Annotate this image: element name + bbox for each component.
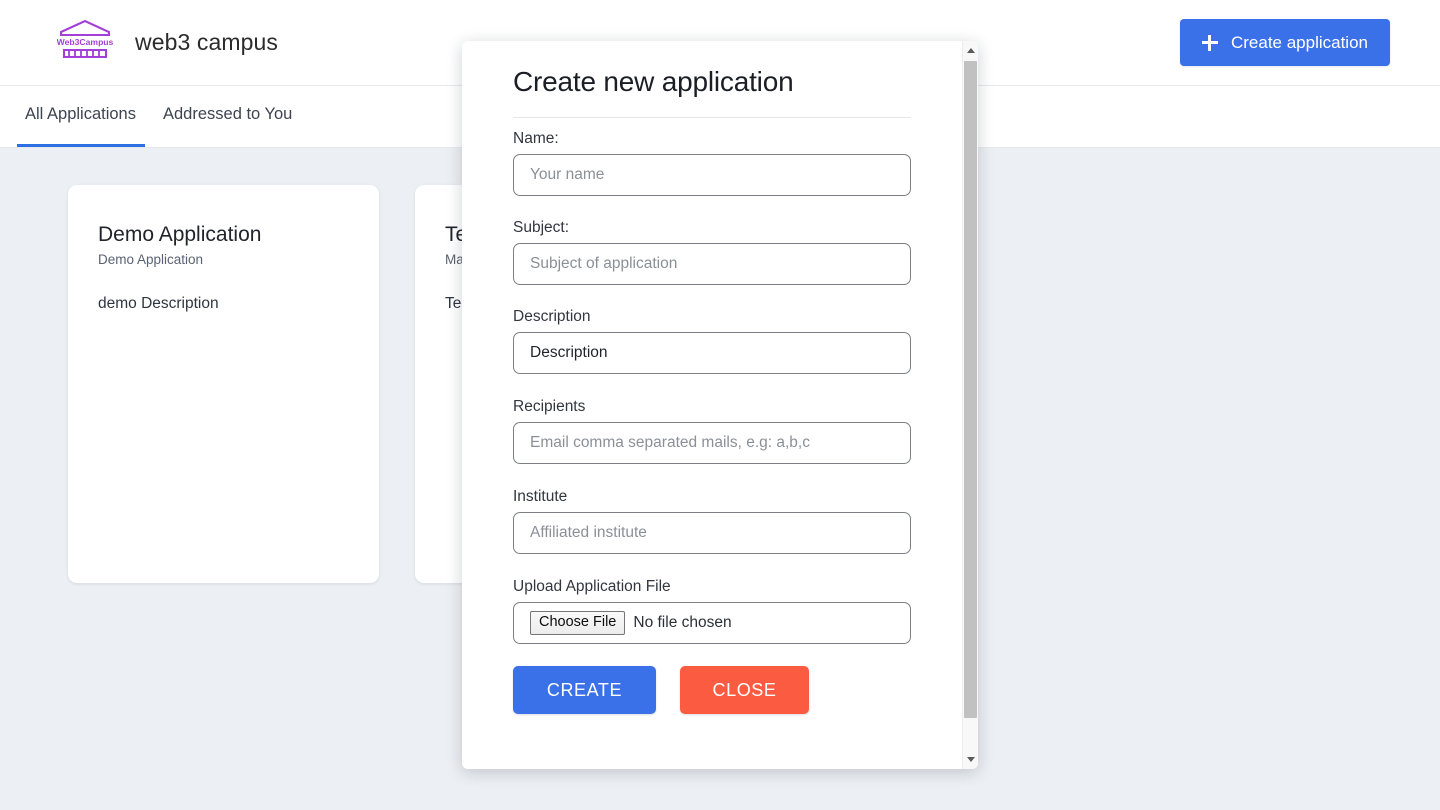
scroll-up-arrow-icon[interactable] xyxy=(963,42,978,59)
logo-wordmark: Web3Campus xyxy=(57,37,113,47)
page-title: web3 campus xyxy=(135,29,279,55)
tab-addressed-to-you[interactable]: Addressed to You xyxy=(163,105,292,144)
dialog-actions: CREATE CLOSE xyxy=(513,666,911,714)
description-input[interactable] xyxy=(513,332,911,374)
upload-label: Upload Application File xyxy=(513,578,671,595)
field-recipients: Recipients xyxy=(513,398,911,464)
dialog-content: Create new application Name: Subject: De… xyxy=(462,41,962,769)
campus-building-icon: Web3Campus xyxy=(57,17,114,69)
choose-file-button[interactable]: Choose File xyxy=(530,610,626,636)
active-tab-indicator xyxy=(17,144,145,147)
recipients-input[interactable] xyxy=(513,422,911,464)
create-button[interactable]: CREATE xyxy=(513,666,656,714)
subject-label: Subject: xyxy=(513,219,570,236)
field-institute: Institute xyxy=(513,488,911,554)
scroll-down-arrow-icon[interactable] xyxy=(963,751,978,768)
brand: Web3Campus web3 campus xyxy=(57,17,278,69)
no-file-chosen-text: No file chosen xyxy=(633,614,732,631)
name-input[interactable] xyxy=(513,154,911,196)
tab-all-applications[interactable]: All Applications xyxy=(25,105,136,144)
dialog-title-divider xyxy=(513,117,911,118)
application-card[interactable]: Demo Application Demo Application demo D… xyxy=(68,185,379,583)
name-label: Name: xyxy=(513,130,559,147)
card-title: Demo Application xyxy=(98,223,262,246)
dialog-scrollbar[interactable] xyxy=(962,41,978,769)
field-subject: Subject: xyxy=(513,219,911,285)
card-description: demo Description xyxy=(98,295,219,312)
file-input-row[interactable]: Choose File No file chosen xyxy=(513,602,911,644)
scrollbar-thumb[interactable] xyxy=(964,61,977,718)
card-subtitle: Demo Application xyxy=(98,252,204,267)
field-upload: Upload Application File Choose File No f… xyxy=(513,578,911,644)
field-description: Description xyxy=(513,308,911,374)
description-label: Description xyxy=(513,308,591,325)
subject-input[interactable] xyxy=(513,243,911,285)
recipients-label: Recipients xyxy=(513,398,586,415)
institute-label: Institute xyxy=(513,488,568,505)
institute-input[interactable] xyxy=(513,512,911,554)
close-button[interactable]: CLOSE xyxy=(680,666,809,714)
create-application-button[interactable]: Create application xyxy=(1179,19,1390,66)
create-application-label: Create application xyxy=(1230,32,1368,52)
dialog-title: Create new application xyxy=(513,66,794,97)
create-application-dialog: Create new application Name: Subject: De… xyxy=(462,41,978,769)
field-name: Name: xyxy=(513,130,911,196)
plus-icon xyxy=(1201,34,1218,51)
